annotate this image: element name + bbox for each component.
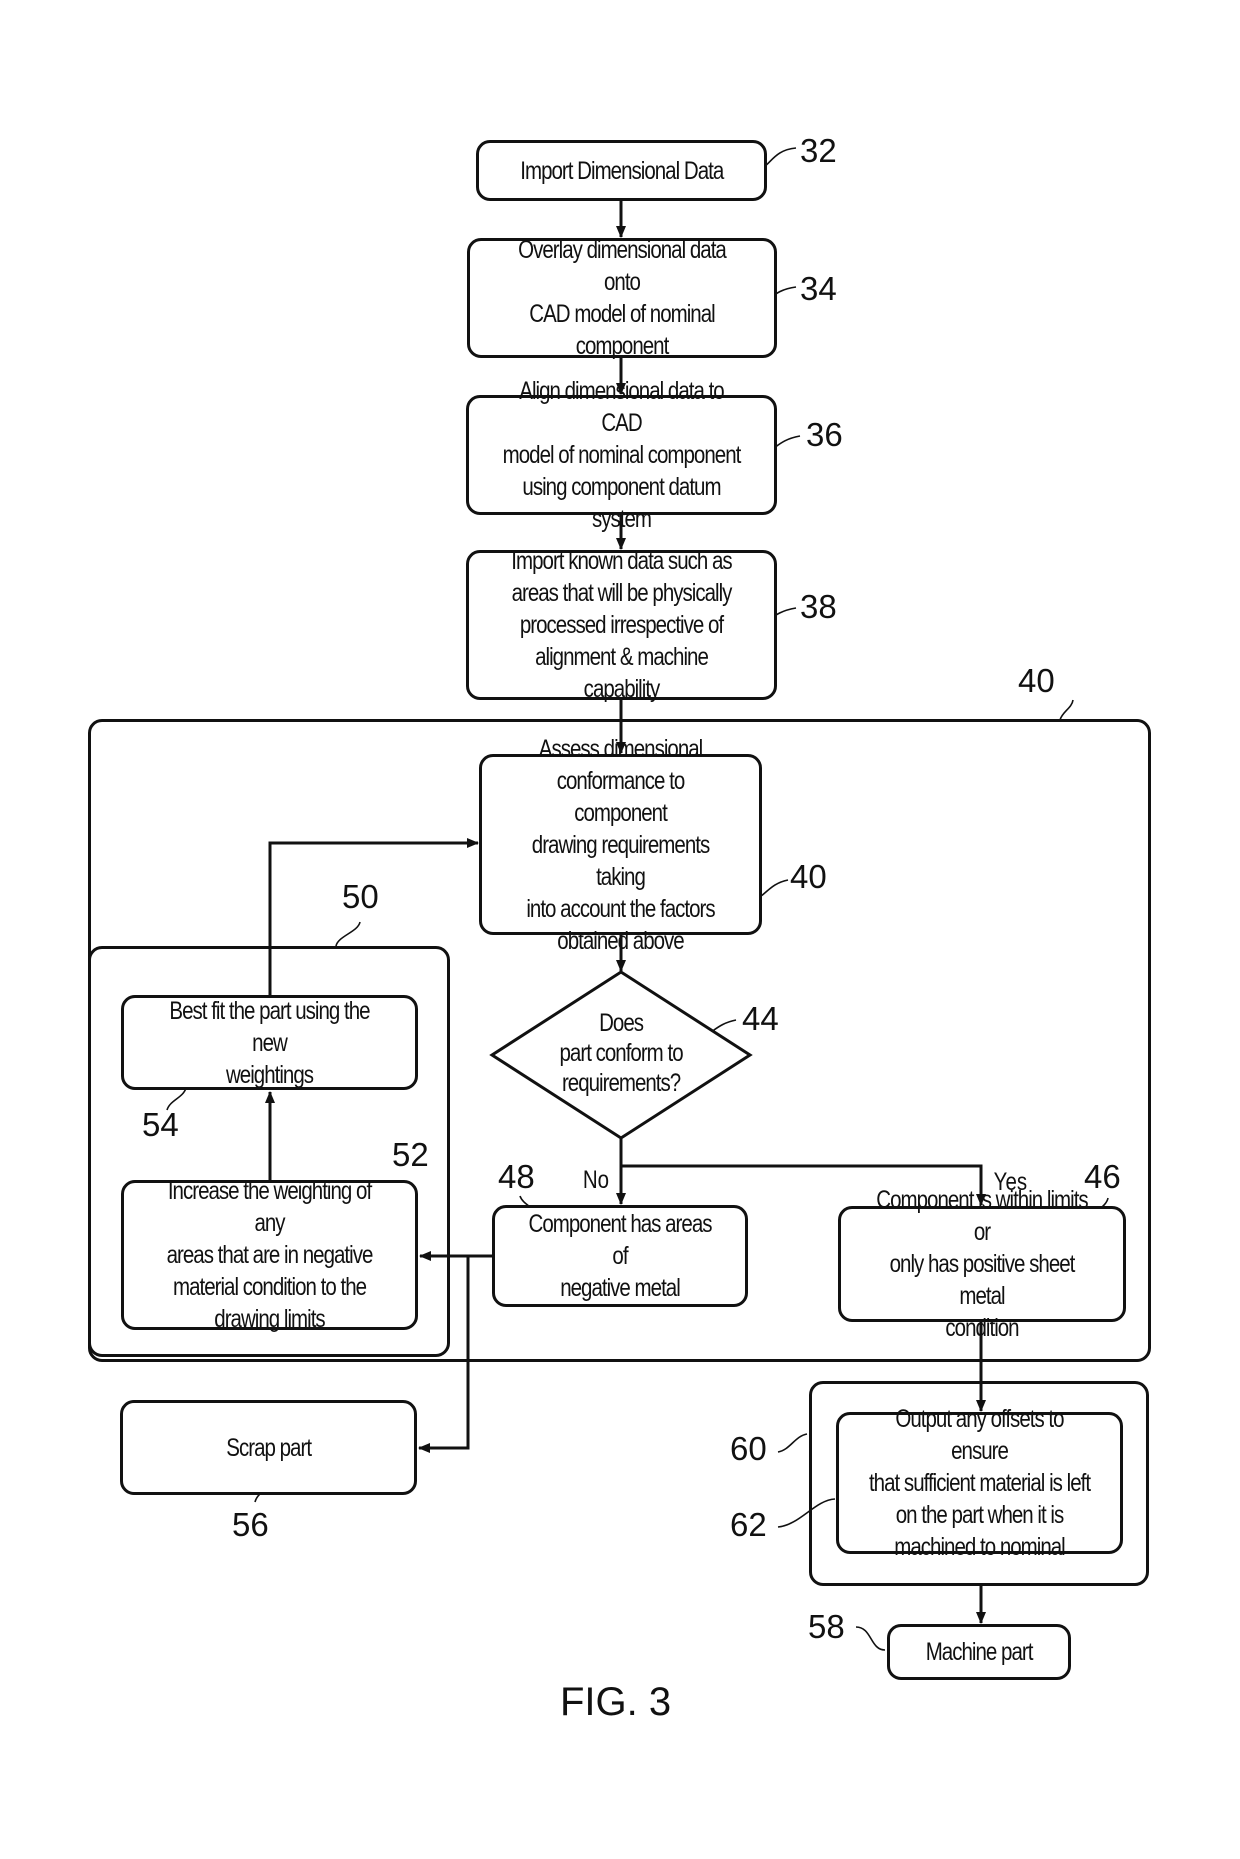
step-46-within-limits[interactable]: Component is within limits or only has p…: [838, 1186, 1126, 1342]
step-34-overlay-data[interactable]: Overlay dimensional data onto CAD model …: [467, 236, 777, 360]
leader-58: [855, 1626, 886, 1651]
step-56-scrap-part[interactable]: Scrap part: [120, 1400, 417, 1495]
ref-62: 62: [730, 1506, 767, 1543]
ref-34: 34: [800, 270, 837, 307]
step-36-align-data[interactable]: Align dimensional data to CAD model of n…: [466, 377, 777, 533]
ref-38: 38: [800, 588, 837, 625]
ref-32: 32: [800, 132, 837, 169]
ref-52: 52: [392, 1136, 429, 1173]
branch-label-yes: Yes: [993, 1168, 1028, 1196]
step-38-import-known-data[interactable]: Import known data such as areas that wil…: [466, 547, 777, 703]
ref-58: 58: [808, 1608, 845, 1645]
figure-caption: FIG. 3: [560, 1680, 672, 1724]
branch-label-no: No: [582, 1166, 610, 1194]
step-40-assess-conformance[interactable]: Assess dimensional conformance to compon…: [479, 735, 762, 955]
leader-g60: [777, 1433, 808, 1453]
step-44-decision-text[interactable]: Does part conform to requirements?: [512, 1008, 730, 1098]
ref-group-40: 40: [1018, 662, 1055, 699]
step-32-import-dimensional-data[interactable]: Import Dimensional Data: [476, 140, 767, 201]
ref-36: 36: [806, 416, 843, 453]
ref-54: 54: [142, 1106, 179, 1143]
ref-40: 40: [790, 858, 827, 895]
step-52-increase-weighting[interactable]: Increase the weighting of any areas that…: [121, 1177, 418, 1333]
step-58-machine-part[interactable]: Machine part: [887, 1624, 1071, 1680]
ref-group-60: 60: [730, 1430, 767, 1467]
ref-46: 46: [1084, 1158, 1121, 1195]
ref-group-50: 50: [342, 878, 379, 915]
ref-48: 48: [498, 1158, 535, 1195]
ref-56: 56: [232, 1506, 269, 1543]
step-54-best-fit[interactable]: Best fit the part using the new weightin…: [121, 995, 418, 1090]
ref-44: 44: [742, 1000, 779, 1037]
step-48-negative-metal[interactable]: Component has areas of negative metal: [492, 1205, 748, 1307]
step-62-output-offsets[interactable]: Output any offsets to ensure that suffic…: [836, 1405, 1123, 1561]
leader-g40: [1059, 699, 1074, 721]
